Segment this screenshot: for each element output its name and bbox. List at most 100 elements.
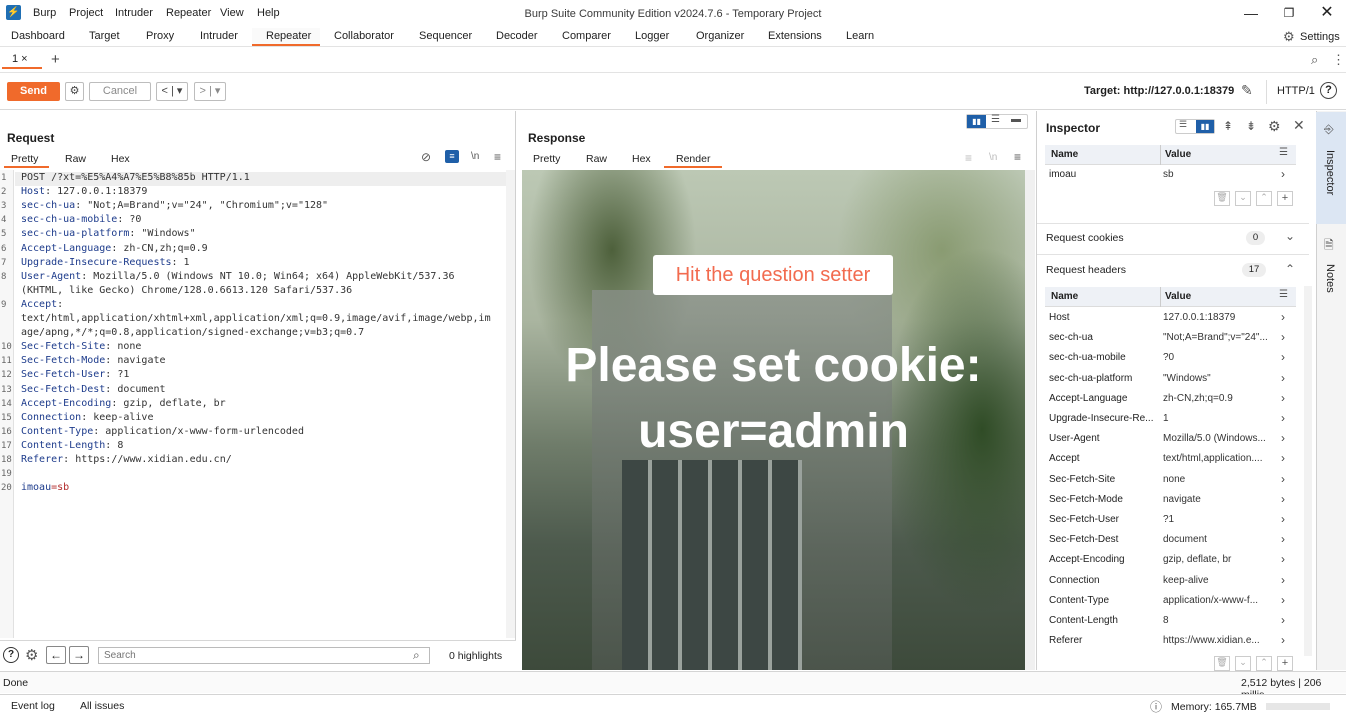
delete-icon[interactable]: 🗑 bbox=[1214, 656, 1230, 671]
hit-question-setter-button[interactable]: Hit the question setter bbox=[653, 255, 893, 295]
close-icon[interactable]: ✕ bbox=[1317, 4, 1337, 22]
move-up-icon[interactable]: ⌃ bbox=[1256, 656, 1272, 671]
chevron-right-icon[interactable]: › bbox=[1281, 472, 1285, 486]
cancel-button[interactable]: Cancel bbox=[89, 82, 151, 101]
header-row[interactable]: sec-ch-ua-platform "Windows" › bbox=[1045, 369, 1293, 389]
tab-proxy[interactable]: Proxy bbox=[146, 30, 174, 42]
repeater-tab-1[interactable]: 1 × bbox=[2, 49, 42, 69]
chevron-right-icon[interactable]: › bbox=[1281, 451, 1285, 465]
send-options-gear-icon[interactable]: ⚙ bbox=[65, 82, 84, 101]
more-vertical-icon[interactable]: ⋮ bbox=[1332, 52, 1345, 68]
history-back-button[interactable]: < | ▾ bbox=[156, 82, 188, 101]
query-param-row[interactable]: imoau sb › bbox=[1045, 165, 1293, 185]
chevron-right-icon[interactable]: › bbox=[1281, 330, 1285, 344]
all-issues-link[interactable]: All issues bbox=[80, 700, 124, 712]
tab-sequencer[interactable]: Sequencer bbox=[419, 30, 472, 42]
chevron-right-icon[interactable]: › bbox=[1281, 350, 1285, 364]
chevron-right-icon[interactable]: › bbox=[1281, 633, 1285, 647]
chevron-right-icon[interactable]: › bbox=[1281, 492, 1285, 506]
response-tab-pretty[interactable]: Pretty bbox=[533, 153, 560, 165]
inspector-settings-gear-icon[interactable]: ⚙ bbox=[1268, 118, 1281, 135]
tab-learn[interactable]: Learn bbox=[846, 30, 874, 42]
tab-intruder[interactable]: Intruder bbox=[200, 30, 238, 42]
request-tab-pretty[interactable]: Pretty bbox=[11, 153, 38, 165]
request-headers-label[interactable]: Request headers bbox=[1046, 264, 1126, 276]
header-row[interactable]: User-Agent Mozilla/5.0 (Windows... › bbox=[1045, 429, 1293, 449]
chevron-right-icon[interactable]: › bbox=[1281, 431, 1285, 445]
settings-gear-icon[interactable]: ⚙ bbox=[1283, 29, 1295, 45]
search-input[interactable] bbox=[98, 647, 430, 664]
column-menu-icon[interactable]: ☰ bbox=[1279, 147, 1288, 158]
event-log-link[interactable]: Event log bbox=[11, 700, 55, 712]
header-row[interactable]: Sec-Fetch-Mode navigate › bbox=[1045, 490, 1293, 510]
chevron-right-icon[interactable]: › bbox=[1281, 167, 1285, 181]
editor-menu-icon[interactable]: ≡ bbox=[1014, 150, 1021, 164]
header-row[interactable]: Content-Length 8 › bbox=[1045, 611, 1293, 631]
header-row[interactable]: Content-Type application/x-www-f... › bbox=[1045, 591, 1293, 611]
minimize-icon[interactable]: — bbox=[1241, 4, 1261, 22]
tab-decoder[interactable]: Decoder bbox=[496, 30, 538, 42]
tab-dashboard[interactable]: Dashboard bbox=[11, 30, 65, 42]
search-magnifier-icon[interactable]: ⌕ bbox=[413, 648, 420, 663]
request-tab-hex[interactable]: Hex bbox=[111, 153, 130, 165]
restore-icon[interactable]: ❐ bbox=[1279, 4, 1299, 22]
header-row[interactable]: Accept-Language zh-CN,zh;q=0.9 › bbox=[1045, 389, 1293, 409]
add-icon[interactable]: + bbox=[1277, 191, 1293, 206]
wrap-lines-icon[interactable]: ≡ bbox=[445, 150, 459, 163]
collapse-all-icon[interactable]: ⇟ bbox=[1246, 119, 1256, 133]
tab-repeater[interactable]: Repeater bbox=[266, 30, 311, 42]
response-tab-hex[interactable]: Hex bbox=[632, 153, 651, 165]
chevron-right-icon[interactable]: › bbox=[1281, 391, 1285, 405]
edit-target-pencil-icon[interactable]: ✎ bbox=[1241, 82, 1253, 99]
header-row[interactable]: Accept-Encoding gzip, deflate, br › bbox=[1045, 550, 1293, 570]
tab-collaborator[interactable]: Collaborator bbox=[334, 30, 394, 42]
request-scrollbar[interactable] bbox=[506, 170, 515, 638]
layout-split-icon[interactable]: ▮▮ bbox=[967, 115, 986, 128]
move-down-icon[interactable]: ⌄ bbox=[1235, 191, 1251, 206]
side-tab-notes-label[interactable]: Notes bbox=[1324, 264, 1336, 293]
header-row[interactable]: Host 127.0.0.1:18379 › bbox=[1045, 308, 1293, 328]
header-row[interactable]: sec-ch-ua-mobile ?0 › bbox=[1045, 348, 1293, 368]
header-row[interactable]: Sec-Fetch-User ?1 › bbox=[1045, 510, 1293, 530]
layout-horizontal-icon[interactable]: ☰ bbox=[991, 114, 1000, 125]
header-row[interactable]: Sec-Fetch-Dest document › bbox=[1045, 530, 1293, 550]
move-up-icon[interactable]: ⌃ bbox=[1256, 191, 1272, 206]
inspector-close-icon[interactable]: ✕ bbox=[1293, 117, 1305, 134]
tab-target[interactable]: Target bbox=[89, 30, 120, 42]
tab-comparer[interactable]: Comparer bbox=[562, 30, 611, 42]
chevron-up-icon[interactable]: ⌃ bbox=[1285, 262, 1295, 276]
request-cookies-label[interactable]: Request cookies bbox=[1046, 232, 1124, 244]
chevron-down-icon[interactable]: ⌄ bbox=[1285, 229, 1295, 243]
previous-match-arrow-icon[interactable]: ← bbox=[46, 646, 66, 664]
layout-single-icon[interactable]: ▬ bbox=[1011, 114, 1021, 125]
chevron-right-icon[interactable]: › bbox=[1281, 593, 1285, 607]
send-button[interactable]: Send bbox=[7, 82, 60, 101]
delete-icon[interactable]: 🗑 bbox=[1214, 191, 1230, 206]
history-forward-button[interactable]: > | ▾ bbox=[194, 82, 226, 101]
chevron-right-icon[interactable]: › bbox=[1281, 411, 1285, 425]
settings-link[interactable]: Settings bbox=[1300, 31, 1340, 43]
chevron-right-icon[interactable]: › bbox=[1281, 552, 1285, 566]
newline-toggle-icon[interactable]: \n bbox=[471, 151, 479, 162]
header-row[interactable]: Connection keep-alive › bbox=[1045, 571, 1293, 591]
newline-toggle-icon[interactable]: \n bbox=[989, 152, 997, 163]
next-match-arrow-icon[interactable]: → bbox=[69, 646, 89, 664]
chevron-right-icon[interactable]: › bbox=[1281, 532, 1285, 546]
http-version-selector[interactable]: HTTP/1 bbox=[1277, 85, 1315, 97]
tab-logger[interactable]: Logger bbox=[635, 30, 669, 42]
header-row[interactable]: Referer https://www.xidian.e... › bbox=[1045, 631, 1293, 651]
notes-side-icon[interactable]: 🗎 bbox=[1324, 236, 1334, 257]
expand-all-icon[interactable]: ⇞ bbox=[1223, 119, 1233, 133]
wrap-lines-icon[interactable]: ≡ bbox=[965, 151, 972, 165]
chevron-right-icon[interactable]: › bbox=[1281, 512, 1285, 526]
chevron-right-icon[interactable]: › bbox=[1281, 613, 1285, 627]
header-row[interactable]: Upgrade-Insecure-Re... 1 › bbox=[1045, 409, 1293, 429]
split-view-icon[interactable]: ▮▮ bbox=[1196, 120, 1214, 133]
move-down-icon[interactable]: ⌄ bbox=[1235, 656, 1251, 671]
chevron-right-icon[interactable]: › bbox=[1281, 573, 1285, 587]
header-row[interactable]: sec-ch-ua "Not;A=Brand";v="24"... › bbox=[1045, 328, 1293, 348]
hide-eye-icon[interactable]: ⊘ bbox=[421, 150, 431, 164]
list-view-icon[interactable]: ☰ bbox=[1179, 119, 1187, 130]
response-tab-render[interactable]: Render bbox=[676, 153, 710, 165]
header-row[interactable]: Sec-Fetch-Site none › bbox=[1045, 470, 1293, 490]
